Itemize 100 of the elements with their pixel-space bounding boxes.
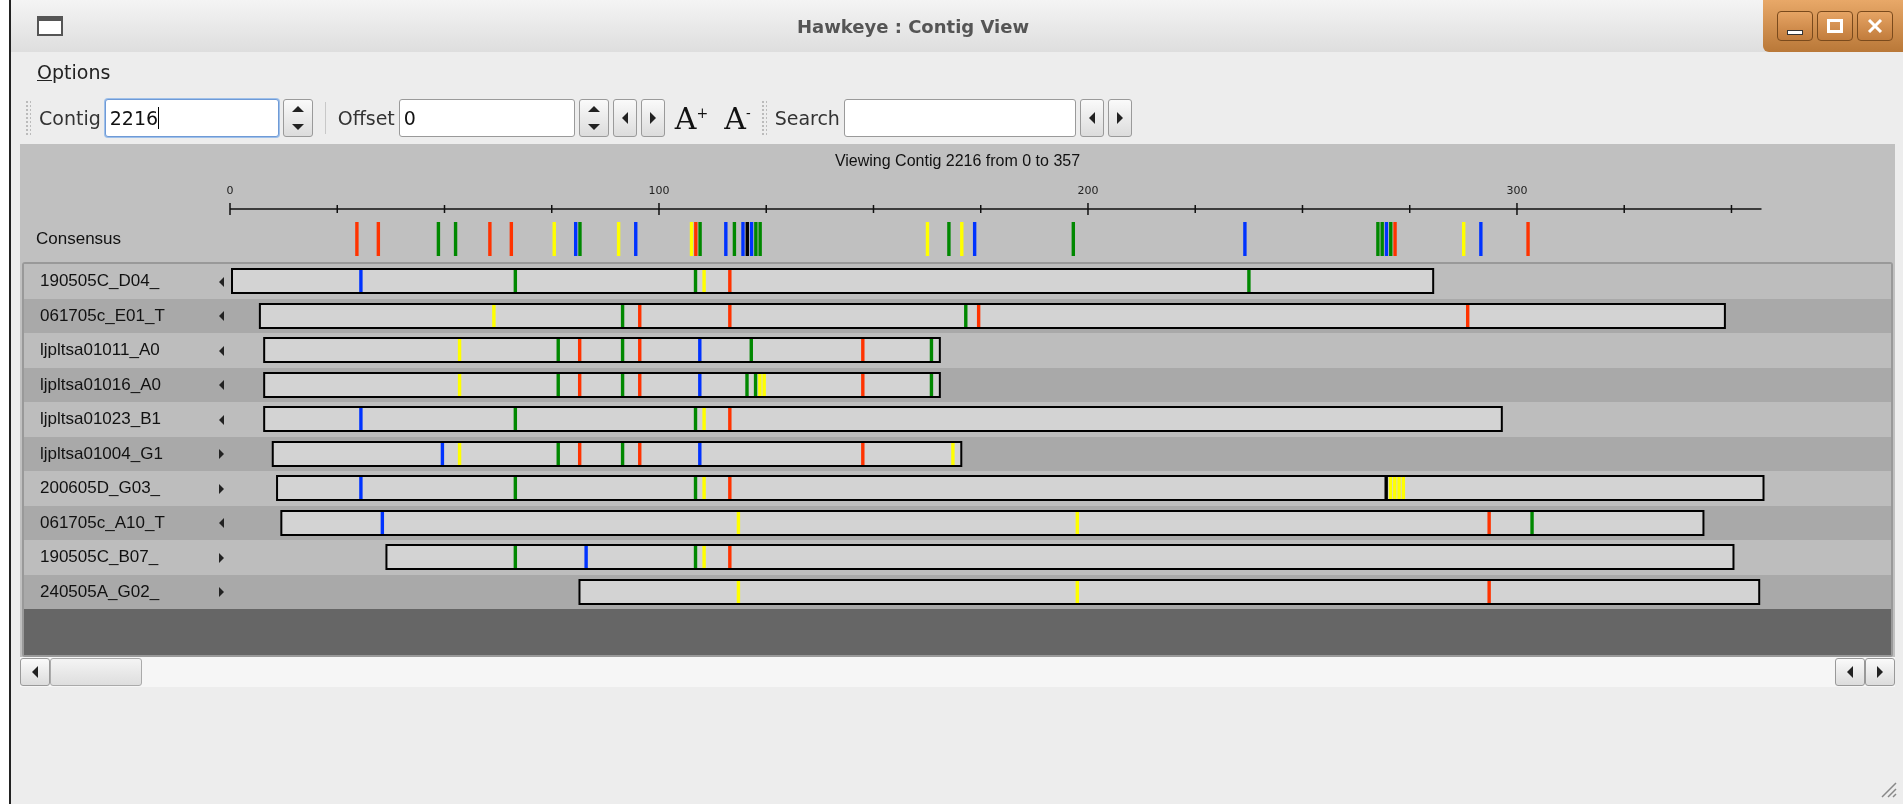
- scrollbar-thumb[interactable]: [50, 658, 142, 686]
- variant-mark: [728, 304, 732, 327]
- variant-mark: [509, 222, 514, 256]
- tick-label: 100: [648, 184, 670, 197]
- search-label: Search: [774, 107, 840, 129]
- variant-mark: [1530, 511, 1534, 534]
- variant-mark: [951, 442, 955, 465]
- menu-item[interactable]: Options: [37, 61, 111, 83]
- close-icon: [1867, 19, 1883, 33]
- variant-mark: [359, 270, 363, 293]
- variant-mark: [513, 270, 518, 293]
- read-label: 240505A_G02_: [40, 581, 160, 602]
- caret-left-icon: [1088, 112, 1095, 124]
- variant-mark: [702, 408, 706, 431]
- variant-mark: [1526, 222, 1530, 256]
- window-icon: [37, 16, 63, 36]
- variant-mark: [702, 477, 706, 500]
- variant-mark: [488, 222, 492, 256]
- next-button[interactable]: [1107, 99, 1132, 137]
- variant-mark: [693, 546, 698, 569]
- variant-mark: [1487, 511, 1491, 534]
- variant-mark: [457, 442, 462, 465]
- maximize-button[interactable]: [1817, 11, 1853, 41]
- search-field[interactable]: [843, 99, 1076, 137]
- reverse-strand-icon: [219, 345, 224, 356]
- variant-mark: [556, 339, 560, 362]
- next-button[interactable]: [640, 99, 665, 137]
- reverse-strand-icon: [219, 380, 224, 391]
- forward-strand-icon: [219, 483, 224, 494]
- variant-mark: [976, 304, 981, 327]
- minimize-button[interactable]: [1777, 11, 1813, 41]
- offset-field[interactable]: 0: [398, 99, 575, 137]
- variant-mark: [453, 222, 458, 256]
- close-button[interactable]: [1857, 11, 1893, 41]
- variant-mark: [745, 373, 749, 396]
- variant-mark: [376, 222, 381, 256]
- contig-label: Contig: [39, 107, 101, 129]
- previous-button[interactable]: [1079, 99, 1104, 137]
- variant-mark: [638, 442, 642, 465]
- forward-strand-icon: [219, 552, 224, 563]
- variant-mark: [634, 222, 638, 256]
- variant-mark: [728, 270, 732, 293]
- variant-mark: [620, 373, 625, 396]
- offset-label: Offset: [337, 107, 395, 129]
- view-caption: Viewing Contig 2216 from 0 to 357: [834, 152, 1081, 170]
- variant-mark: [698, 339, 702, 362]
- caret-up-icon: [291, 106, 304, 112]
- variant-mark: [925, 222, 930, 256]
- read-label: 200605D_G03_: [40, 478, 161, 499]
- caret-up-icon: [587, 106, 600, 112]
- variant-mark: [552, 222, 556, 256]
- variant-mark: [749, 339, 753, 362]
- caret-right-icon: [1877, 666, 1883, 678]
- maximize-icon: [1827, 19, 1843, 33]
- variant-mark: [1247, 270, 1251, 293]
- read-label: ljpltsa01016_A0: [40, 374, 161, 395]
- scroll-left-button[interactable]: [1835, 658, 1865, 686]
- variant-mark: [724, 222, 728, 256]
- forward-strand-icon: [219, 587, 224, 598]
- variant-mark: [1071, 222, 1075, 256]
- variant-mark: [1075, 511, 1079, 534]
- variant-mark: [457, 339, 462, 362]
- contig-field[interactable]: 2216: [104, 99, 279, 137]
- read-label: ljpltsa01011_A0: [40, 340, 160, 361]
- variant-mark: [355, 222, 359, 256]
- variant-mark: [861, 339, 865, 362]
- font-size-button[interactable]: A$^{-}$: [718, 100, 757, 136]
- variant-mark: [861, 442, 865, 465]
- variant-mark: [947, 222, 951, 256]
- reverse-strand-icon: [219, 518, 224, 529]
- variant-mark: [457, 373, 462, 396]
- variant-mark: [736, 511, 741, 534]
- scroll-left-button[interactable]: [20, 658, 50, 686]
- caret-left-icon: [1847, 666, 1853, 678]
- read-label: 190505C_B07_: [40, 547, 159, 568]
- variant-mark: [578, 442, 582, 465]
- variant-mark: [616, 222, 621, 256]
- window-title: Hawkeye : Contig View: [795, 15, 1031, 37]
- variant-mark: [1462, 222, 1466, 256]
- caret-left-icon: [621, 112, 628, 124]
- variant-mark: [584, 546, 588, 569]
- variant-mark: [728, 546, 732, 569]
- variant-mark: [693, 270, 698, 293]
- variant-mark: [1243, 222, 1247, 256]
- previous-button[interactable]: [612, 99, 637, 137]
- variant-mark: [736, 580, 741, 603]
- font-size-button[interactable]: A$^{+}$: [668, 100, 715, 136]
- reverse-strand-icon: [219, 276, 224, 287]
- variant-mark: [620, 339, 625, 362]
- variant-mark: [698, 442, 702, 465]
- variant-mark: [861, 373, 865, 396]
- forward-strand-icon: [219, 449, 224, 460]
- minimize-icon: [1787, 29, 1803, 35]
- variant-mark: [638, 304, 642, 327]
- scroll-right-button[interactable]: [1865, 658, 1895, 686]
- caret-down-icon: [587, 124, 600, 130]
- variant-mark: [702, 270, 706, 293]
- reverse-strand-icon: [219, 311, 224, 322]
- tick-label: 200: [1077, 184, 1099, 197]
- variant-mark: [1466, 304, 1470, 327]
